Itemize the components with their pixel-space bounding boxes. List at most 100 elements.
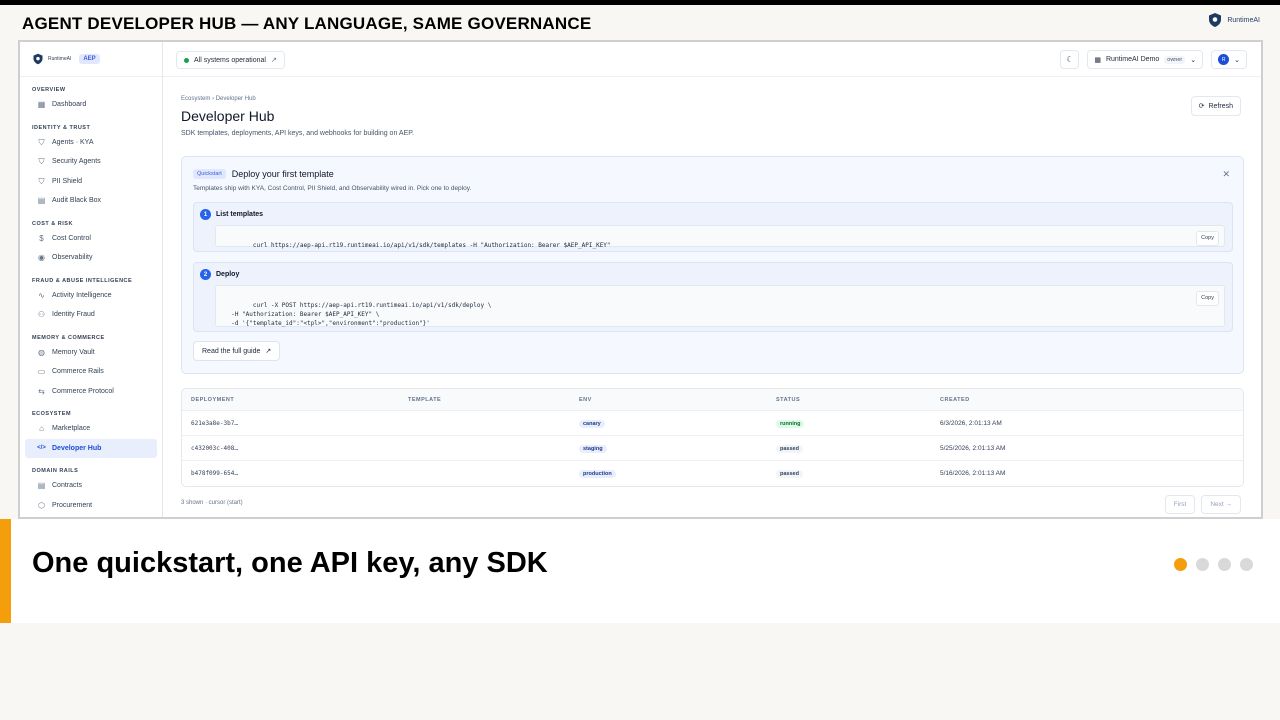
slide-title: AGENT DEVELOPER HUB — ANY LANGUAGE, SAME… (22, 14, 592, 33)
sidebar-item-contracts[interactable]: ▤ Contracts (25, 476, 157, 496)
next-page-button[interactable]: Next → (1201, 495, 1241, 514)
slide-pagination (1174, 558, 1253, 571)
first-page-button[interactable]: First (1164, 495, 1196, 514)
status-pill[interactable]: All systems operational ↗ (176, 51, 285, 69)
sidebar-item-developer-hub[interactable]: </> Developer Hub (25, 438, 157, 458)
refresh-button[interactable]: ⟳ Refresh (1190, 96, 1241, 116)
sidebar-item-pii-shield[interactable]: ⛉ PII Shield (25, 172, 157, 192)
copy-button[interactable]: Copy (1196, 231, 1219, 246)
column-header[interactable]: TEMPLATE (408, 397, 579, 403)
deployments-table: DEPLOYMENT TEMPLATE ENV STATUS CREATED 6… (181, 388, 1244, 487)
created-date: 6/3/2026, 2:01:13 AM (940, 419, 1002, 427)
external-link-icon: ↗ (265, 348, 272, 355)
env-badge: production (579, 470, 616, 478)
moon-icon: ☾ (1066, 55, 1074, 64)
status-badge: passed (776, 444, 803, 453)
sidebar-section-title: MEMORY & COMMERCE (32, 334, 105, 341)
sidebar-item-label: Developer Hub (52, 444, 102, 452)
sidebar-item-label: Security Agents (52, 158, 101, 166)
env-badge: canary (579, 419, 605, 428)
pagination-dot[interactable] (1196, 558, 1209, 571)
sidebar-item-label: Audit Black Box (52, 197, 102, 205)
page-title: Developer Hub (181, 108, 275, 124)
sidebar-item-dashboard[interactable]: ▦ Dashboard (25, 95, 157, 115)
step-list-templates: 1 List templates curl https://aep-api.rt… (193, 202, 1233, 252)
sidebar-brand[interactable]: RuntimeAI AEP (20, 42, 162, 77)
read-guide-button[interactable]: Read the full guide ↗ (193, 341, 281, 361)
step-number: 2 (200, 269, 211, 280)
deployment-id: 621e3a8e-3b7… (191, 419, 238, 427)
sidebar-item-label: Marketplace (52, 425, 91, 433)
main-header: Ecosystem › Developer Hub Developer Hub … (181, 96, 1241, 137)
grid-icon: ▦ (37, 100, 46, 110)
code-block: curl https://aep-api.rt19.runtimeai.io/a… (215, 225, 1225, 249)
table-row[interactable]: b478f099-654… production passed 5/16/202… (182, 461, 1243, 486)
chevron-down-icon: ⌄ (1190, 56, 1197, 64)
guide-label: Read the full guide (202, 347, 261, 355)
sidebar-item-agents-kya[interactable]: ⛉ Agents · KYA (25, 133, 157, 153)
step-header: 2 Deploy (200, 269, 239, 280)
step-title: Deploy (216, 271, 240, 278)
status-badge: running (776, 419, 805, 428)
breadcrumb-ecosystem[interactable]: Ecosystem (181, 96, 210, 102)
table-row[interactable]: c432003c-408… staging passed 5/25/2026, … (182, 436, 1243, 461)
quickstart-badge: Quickstart (193, 169, 226, 179)
close-icon[interactable]: ✕ (1222, 169, 1230, 180)
user-menu[interactable]: R ⌄ (1211, 50, 1247, 69)
caption-bar: One quickstart, one API key, any SDK (0, 519, 1280, 623)
deployment-id: c432003c-408… (191, 444, 238, 452)
sidebar-item-label: Agents · KYA (52, 138, 94, 146)
file-icon: ▤ (37, 481, 46, 491)
shield-icon: ⛉ (38, 157, 45, 167)
pagination-dot[interactable] (1240, 558, 1253, 571)
sidebar-item-audit-black-box[interactable]: ▤ Audit Black Box (25, 191, 157, 211)
code-block: curl -X POST https://aep-api.rt19.runtim… (215, 285, 1225, 327)
code-text: curl -X POST https://aep-api.rt19.runtim… (231, 302, 492, 327)
sidebar-item-marketplace[interactable]: ⌂ Marketplace (25, 419, 157, 439)
code-text: curl https://aep-api.rt19.runtimeai.io/a… (252, 242, 611, 249)
table-footer-text: 3 shown · cursor (start) (181, 500, 243, 506)
table-row[interactable]: 621e3a8e-3b7… canary running 6/3/2026, 2… (182, 411, 1243, 436)
page-subtitle: SDK templates, deployments, API keys, an… (181, 130, 414, 137)
sidebar-item-commerce-protocol[interactable]: ⇆ Commerce Protocol (25, 382, 157, 402)
header-actions: ☾ ▦ RuntimeAI Demo owner ⌄ R ⌄ (1060, 50, 1247, 69)
sidebar-item-activity-intelligence[interactable]: ∿ Activity Intelligence (25, 286, 157, 306)
sidebar-item-identity-fraud[interactable]: ⚇ Identity Fraud (25, 305, 157, 325)
column-header[interactable]: ENV (579, 397, 776, 403)
column-header[interactable]: CREATED (940, 397, 1243, 403)
column-header[interactable]: DEPLOYMENT (182, 397, 408, 403)
sidebar-brand-label: RuntimeAI (48, 56, 72, 62)
column-header[interactable]: STATUS (776, 397, 940, 403)
slide-brand: RuntimeAI (1207, 12, 1260, 28)
step-title: List templates (216, 211, 264, 218)
pagination-dot[interactable] (1218, 558, 1231, 571)
refresh-icon: ⟳ (1198, 103, 1205, 110)
sidebar-item-commerce-rails[interactable]: ▭ Commerce Rails (25, 362, 157, 382)
card-icon: ▭ (37, 367, 46, 377)
slide-brand-label: RuntimeAI (1227, 16, 1260, 24)
shield-check-icon: ⛉ (38, 137, 45, 147)
app-screenshot: RuntimeAI AEP OVERVIEW ▦ Dashboard IDENTITY… (18, 40, 1263, 519)
pagination-dot[interactable] (1174, 558, 1187, 571)
deployment-id: b478f099-654… (191, 470, 238, 477)
globe-icon: ◍ (38, 347, 45, 357)
breadcrumb-separator: › (212, 96, 215, 102)
sidebar-item-observability[interactable]: ◉ Observability (25, 248, 157, 268)
env-badge: staging (579, 444, 607, 453)
quickstart-title: Deploy your first template (231, 169, 334, 179)
status-dot (184, 57, 189, 63)
sidebar-item-procurement[interactable]: ⬡ Procurement (25, 496, 157, 516)
theme-toggle-button[interactable]: ☾ (1060, 50, 1080, 69)
copy-button[interactable]: Copy (1196, 291, 1219, 306)
aep-badge: AEP (79, 54, 100, 64)
quickstart-card: Quickstart Deploy your first template Te… (181, 156, 1244, 374)
sidebar-item-cost-control[interactable]: $ Cost Control (25, 229, 157, 249)
sidebar-section-title: IDENTITY & TRUST (32, 124, 91, 131)
breadcrumb: Ecosystem › Developer Hub (181, 96, 1241, 102)
eye-icon: ◉ (38, 253, 45, 263)
sidebar-item-memory-vault[interactable]: ◍ Memory Vault (25, 343, 157, 363)
refresh-label: Refresh (1208, 102, 1233, 110)
sidebar-item-security-agents[interactable]: ⛉ Security Agents (25, 152, 157, 172)
status-badge: passed (776, 470, 803, 478)
org-switcher[interactable]: ▦ RuntimeAI Demo owner ⌄ (1087, 50, 1204, 69)
